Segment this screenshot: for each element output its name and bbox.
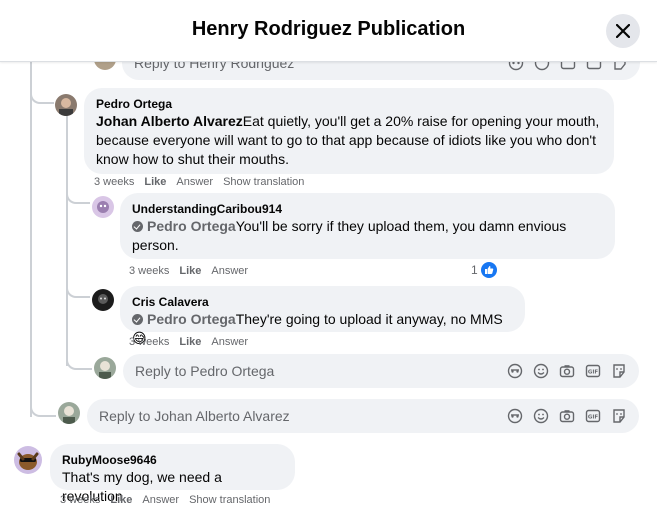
comment-text: Johan Alberto AlvarezEat quietly, you'll…	[96, 112, 602, 131]
comment-actions: 3 weeks Like Answer Show translation	[94, 176, 304, 188]
current-user-avatar[interactable]	[94, 357, 116, 379]
reply-input-pedro[interactable]: Reply to Pedro Ortega GIF	[123, 354, 639, 388]
comment-author[interactable]: Pedro Ortega	[96, 96, 602, 112]
thread-line	[30, 392, 56, 417]
comment-author[interactable]: UnderstandingCaribou914	[132, 201, 603, 217]
reply-input-henry[interactable]: Reply to Henry Rodriguez	[122, 62, 640, 80]
reaction-summary[interactable]: 1	[471, 262, 497, 278]
comment-author[interactable]: RubyMoose9646	[62, 452, 283, 468]
comment-text: Pedro OrtegaYou'll be sorry if they uplo…	[132, 217, 603, 236]
avatar[interactable]	[92, 196, 114, 218]
like-icon	[480, 262, 497, 278]
comment-mention[interactable]: Pedro Ortega	[147, 218, 236, 234]
camera-icon[interactable]	[559, 408, 575, 424]
like-button[interactable]: Like	[144, 176, 166, 188]
like-button[interactable]: Like	[110, 494, 132, 506]
reaction-count: 1	[471, 263, 478, 277]
comment-text-line: They're going to upload it anyway, no MM…	[235, 311, 503, 327]
thread-line	[66, 116, 68, 366]
thread-line	[66, 182, 90, 204]
comment-text-line: Eat quietly, you'll get a 20% raise for …	[242, 113, 600, 129]
show-translation-link[interactable]: Show translation	[223, 176, 304, 188]
thread-line	[66, 348, 92, 370]
emoji-icon[interactable]	[533, 363, 549, 379]
sticker-icon[interactable]	[611, 363, 627, 379]
reply-input-johan[interactable]: Reply to Johan Alberto Alvarez GIF	[87, 399, 639, 433]
comment-text-line: know how to shut their mouths.	[96, 151, 289, 167]
comment-time[interactable]: 3 weeks	[129, 265, 169, 277]
thread-line	[30, 62, 32, 417]
close-icon	[616, 24, 630, 38]
comment-text-line: because everyone will want to go to that…	[96, 132, 596, 148]
reply-placeholder: Reply to Henry Rodriguez	[134, 62, 295, 71]
answer-button[interactable]: Answer	[142, 494, 179, 506]
thread-line	[66, 276, 90, 298]
camera-icon[interactable]	[560, 62, 576, 71]
gif-icon[interactable]	[586, 62, 602, 71]
comment-time[interactable]: 3 weeks	[60, 494, 100, 506]
avatar-sticker-icon[interactable]	[507, 363, 523, 379]
avatar[interactable]	[92, 289, 114, 311]
comment-actions: 3 weeks Like Answer	[129, 265, 248, 277]
verified-icon	[132, 221, 143, 232]
dialog-title: Henry Rodriguez Publication	[191, 18, 466, 40]
reply-placeholder: Reply to Johan Alberto Alvarez	[99, 408, 290, 424]
comment-bubble: Pedro Ortega Johan Alberto AlvarezEat qu…	[84, 88, 614, 174]
like-button[interactable]: Like	[179, 265, 201, 277]
dialog-header: Henry Rodriguez Publication	[0, 0, 657, 62]
reply-placeholder: Reply to Pedro Ortega	[135, 363, 275, 379]
comment-mention[interactable]: Pedro Ortega	[147, 311, 236, 327]
comment-mention[interactable]: Johan Alberto Alvarez	[96, 113, 243, 129]
gif-icon[interactable]: GIF	[585, 363, 601, 379]
comment-time[interactable]: 3 weeks	[129, 336, 169, 348]
comment-actions: 3 weeks Like Answer	[129, 336, 248, 348]
answer-button[interactable]: Answer	[211, 336, 248, 348]
answer-button[interactable]: Answer	[176, 176, 213, 188]
avatar-sticker-icon[interactable]	[507, 408, 523, 424]
comments-list: Reply to Henry Rodriguez Pedro Ortega Jo…	[0, 62, 657, 512]
sticker-icon[interactable]	[611, 408, 627, 424]
svg-text:GIF: GIF	[588, 415, 599, 421]
comment-bubble: RubyMoose9646 That's my dog, we need a r…	[50, 444, 295, 504]
avatar[interactable]	[14, 446, 42, 474]
camera-icon[interactable]	[559, 363, 575, 379]
close-button[interactable]	[606, 14, 640, 48]
like-button[interactable]: Like	[179, 336, 201, 348]
comment-text-line: person.	[132, 237, 179, 253]
answer-button[interactable]: Answer	[211, 265, 248, 277]
comment-time[interactable]: 3 weeks	[94, 176, 134, 188]
comment-text-line: You'll be sorry if they upload them, you…	[235, 218, 567, 234]
gif-icon[interactable]: GIF	[585, 408, 601, 424]
sticker-icon[interactable]	[612, 62, 628, 71]
avatar	[94, 62, 116, 70]
avatar-sticker-icon[interactable]	[508, 62, 524, 71]
verified-icon	[132, 314, 143, 325]
emoji-icon[interactable]	[534, 62, 550, 71]
comment-bubble: UnderstandingCaribou914 Pedro OrtegaYou'…	[120, 193, 615, 259]
emoji-icon[interactable]	[533, 408, 549, 424]
avatar[interactable]	[55, 94, 77, 116]
comment-actions: 3 weeks Like Answer Show translation	[60, 494, 270, 506]
comment-author[interactable]: Cris Calavera	[132, 294, 513, 310]
svg-text:GIF: GIF	[588, 370, 599, 376]
current-user-avatar[interactable]	[58, 402, 80, 424]
show-translation-link[interactable]: Show translation	[189, 494, 270, 506]
comment-bubble: Cris Calavera Pedro OrtegaThey're going …	[120, 286, 525, 346]
thread-line	[30, 82, 54, 104]
